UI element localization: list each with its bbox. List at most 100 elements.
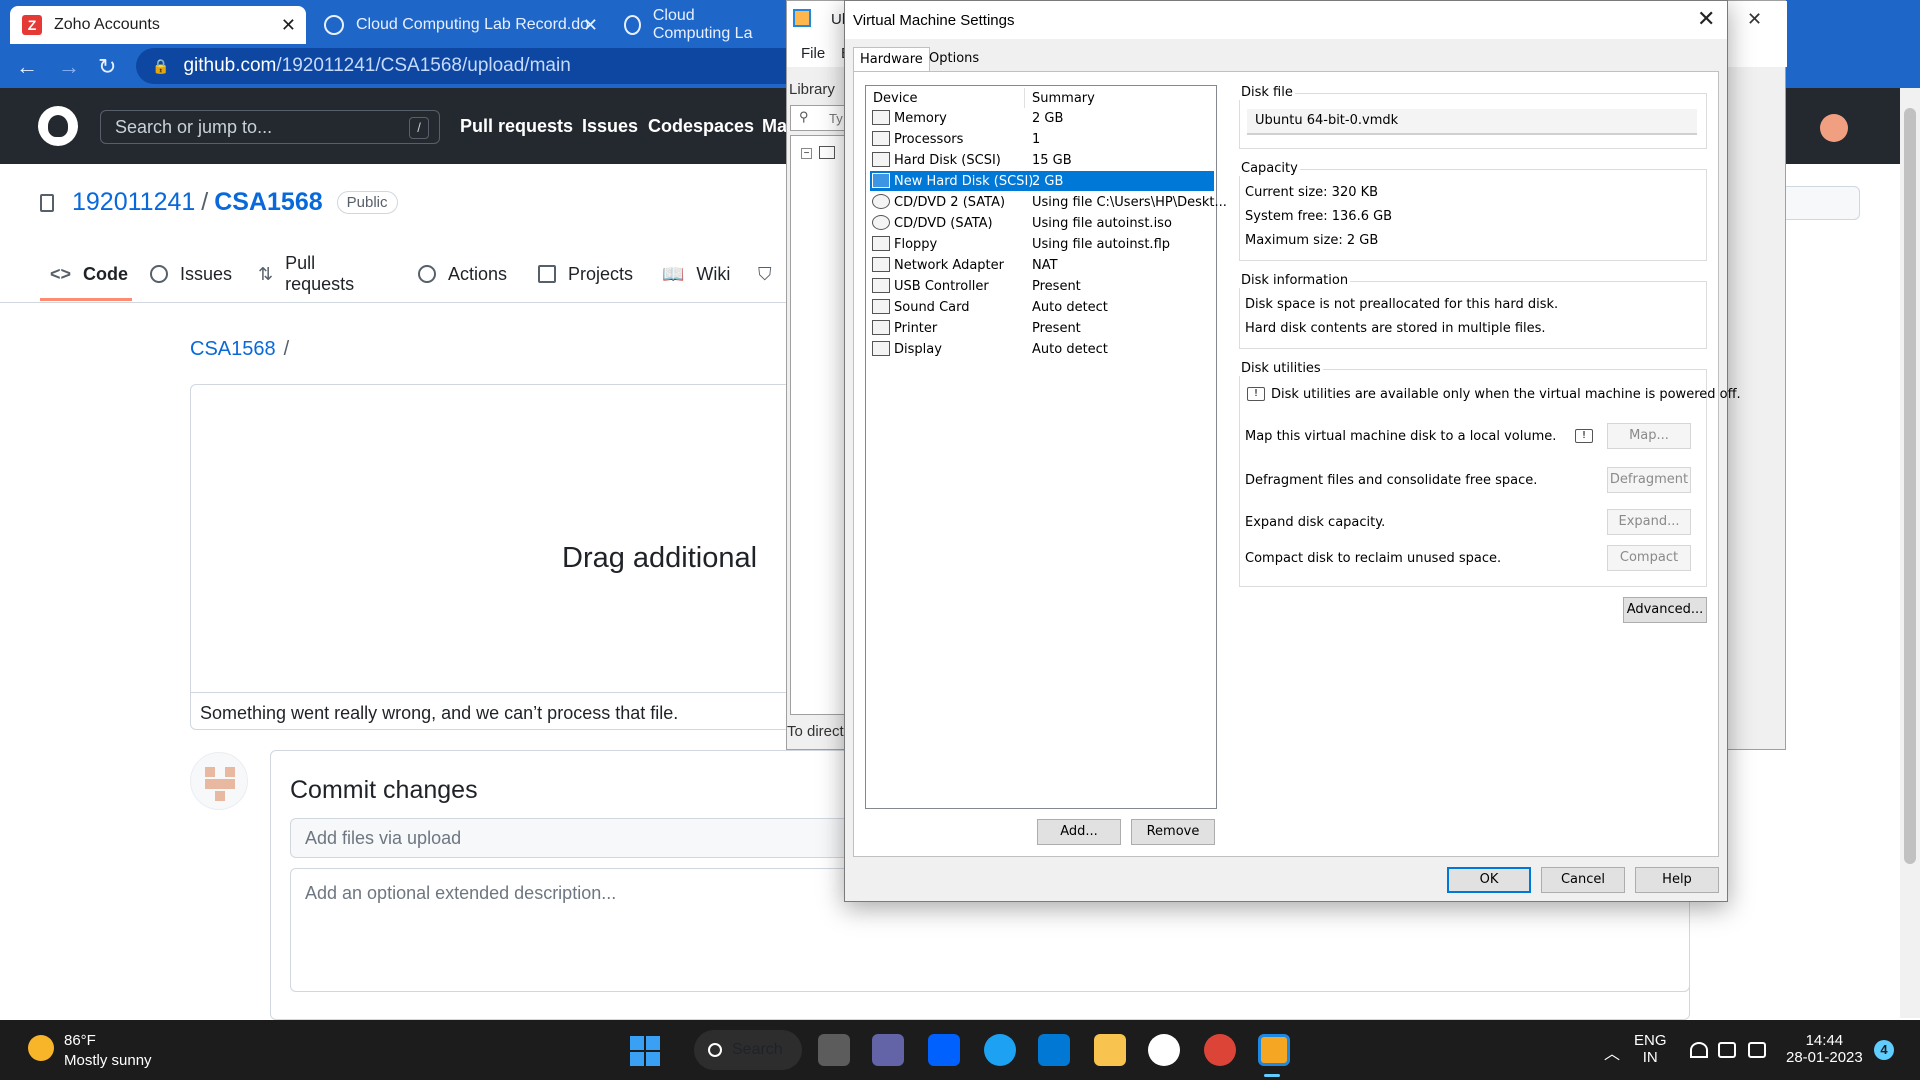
tab-pull-requests[interactable]: ⇅ Pull requests <box>258 253 354 294</box>
repo-name-link[interactable]: CSA1568 <box>214 188 322 217</box>
tab-cloud-computing-la[interactable]: Cloud Computing La <box>612 6 782 44</box>
device-name: Memory <box>894 111 947 126</box>
disk-file-field[interactable]: Ubuntu 64-bit-0.vmdk <box>1247 109 1697 135</box>
device-row-processors[interactable]: Processors 1 <box>870 129 1214 149</box>
advanced-button[interactable]: Advanced... <box>1623 597 1707 623</box>
github-desktop-icon[interactable] <box>1148 1034 1180 1066</box>
device-row-hard-disk[interactable]: Hard Disk (SCSI) 15 GB <box>870 150 1214 170</box>
close-tab-icon[interactable]: ✕ <box>281 15 296 36</box>
nav-issues[interactable]: Issues <box>582 116 638 137</box>
tab-label: Pull requests <box>285 253 355 294</box>
weather-description[interactable]: Mostly sunny <box>64 1052 152 1069</box>
chrome-icon[interactable] <box>1204 1034 1236 1066</box>
mail-icon[interactable] <box>1038 1034 1070 1066</box>
lock-icon: 🔒 <box>152 57 170 74</box>
device-list-header: Device Summary <box>866 86 1216 108</box>
clock-date: 28-01-2023 <box>1786 1049 1863 1066</box>
tab-actions[interactable]: Actions <box>418 258 507 290</box>
close-tab-icon[interactable]: ✕ <box>583 15 598 36</box>
device-column-header: Device <box>873 91 918 106</box>
device-row-display[interactable]: Display Auto detect <box>870 339 1214 359</box>
add-device-button[interactable]: Add... <box>1037 819 1121 845</box>
notification-count-badge[interactable]: 4 <box>1874 1040 1894 1060</box>
device-row-network-adapter[interactable]: Network Adapter NAT <box>870 255 1214 275</box>
device-list[interactable]: Device Summary Memory 2 GB Processors 1 … <box>865 85 1227 809</box>
info-icon: ! <box>1575 429 1593 443</box>
defragment-button[interactable]: Defragment <box>1607 467 1691 493</box>
tab-options[interactable]: Options <box>923 47 985 71</box>
search-input[interactable]: Search or jump to... / <box>100 110 440 144</box>
user-avatar[interactable] <box>1820 114 1848 142</box>
tab-projects[interactable]: Projects <box>538 258 633 290</box>
nav-pull-requests[interactable]: Pull requests <box>460 116 573 137</box>
code-icon: <> <box>50 263 72 284</box>
breadcrumb-repo-link[interactable]: CSA1568 <box>190 338 276 360</box>
remove-device-button[interactable]: Remove <box>1131 819 1215 845</box>
disk-info-label: Disk information <box>1239 273 1351 288</box>
edge-browser-icon[interactable] <box>984 1034 1016 1066</box>
issue-icon <box>150 265 168 283</box>
device-row-cd-dvd-2[interactable]: CD/DVD 2 (SATA) Using file C:\Users\HP\D… <box>870 192 1227 212</box>
tab-zoho-accounts[interactable]: Z Zoho Accounts ✕ <box>10 6 306 44</box>
tab-wiki[interactable]: 📖 Wiki <box>662 258 730 290</box>
chevron-up-icon[interactable]: ︿ <box>1604 1040 1620 1064</box>
forward-arrow-icon[interactable]: → <box>58 54 80 80</box>
tab-issues[interactable]: Issues <box>150 258 232 290</box>
tab-security[interactable]: ⛉ <box>758 258 772 290</box>
close-icon[interactable]: ✕ <box>1747 9 1762 30</box>
map-description: Map this virtual machine disk to a local… <box>1245 429 1557 444</box>
github-logo-icon[interactable] <box>38 106 78 146</box>
device-row-new-hard-disk[interactable]: New Hard Disk (SCSI) 2 GB <box>870 171 1214 191</box>
tab-hardware[interactable]: Hardware <box>853 47 930 73</box>
nav-marketplace[interactable]: Ma <box>762 116 787 137</box>
device-row-floppy[interactable]: Floppy Using file autoinst.flp <box>870 234 1214 254</box>
url-host: github.com <box>183 55 277 76</box>
disk-info-line-2: Hard disk contents are stored in multipl… <box>1245 321 1546 336</box>
tab-title: Cloud Computing Lab Record.do <box>356 16 590 33</box>
expand-button[interactable]: Expand... <box>1607 509 1691 535</box>
close-icon[interactable]: ✕ <box>1697 7 1715 32</box>
device-row-usb-controller[interactable]: USB Controller Present <box>870 276 1214 296</box>
dropbox-icon[interactable] <box>928 1034 960 1066</box>
task-view-icon[interactable] <box>818 1034 850 1066</box>
tab-cloud-computing-record[interactable]: Cloud Computing Lab Record.do ✕ <box>312 6 608 44</box>
cancel-button[interactable]: Cancel <box>1541 867 1625 893</box>
device-row-memory[interactable]: Memory 2 GB <box>870 108 1214 128</box>
device-row-cd-dvd[interactable]: CD/DVD (SATA) Using file autoinst.iso <box>870 213 1214 233</box>
clock[interactable]: 14:44 28-01-2023 <box>1786 1032 1863 1066</box>
battery-icon[interactable] <box>1748 1042 1766 1058</box>
tab-code[interactable]: <> Code <box>50 258 128 290</box>
weather-sun-icon[interactable] <box>28 1035 54 1061</box>
compact-button[interactable]: Compact <box>1607 545 1691 571</box>
search-icon <box>708 1043 722 1057</box>
back-arrow-icon[interactable]: ← <box>16 54 38 80</box>
tab-label: Code <box>83 263 129 284</box>
speaker-icon[interactable] <box>1718 1042 1736 1058</box>
file-explorer-icon[interactable] <box>1094 1034 1126 1066</box>
collapse-icon[interactable]: − <box>801 148 812 159</box>
tab-label: Wiki <box>696 263 731 284</box>
help-button[interactable]: Help <box>1635 867 1719 893</box>
reload-icon[interactable]: ↻ <box>98 54 116 80</box>
language-indicator[interactable]: ENG IN <box>1634 1032 1667 1066</box>
taskbar-search-button[interactable]: Search <box>694 1030 802 1070</box>
scrollbar-thumb[interactable] <box>1904 108 1916 864</box>
pull-request-icon: ⇅ <box>258 263 274 284</box>
page-scrollbar[interactable] <box>1900 88 1920 1018</box>
nav-codespaces[interactable]: Codespaces <box>648 116 754 137</box>
repo-owner-link[interactable]: 192011241 <box>72 188 195 217</box>
windows-taskbar <box>0 1020 1920 1080</box>
menu-file[interactable]: File <box>801 45 825 62</box>
windows-start-icon[interactable] <box>630 1036 660 1066</box>
search-placeholder: Search or jump to... <box>115 116 273 137</box>
vmware-workstation-icon[interactable] <box>1258 1034 1290 1066</box>
ok-button[interactable]: OK <box>1447 867 1531 893</box>
device-row-printer[interactable]: Printer Present <box>870 318 1214 338</box>
tab-label: Issues <box>180 263 233 284</box>
map-button[interactable]: Map... <box>1607 423 1691 449</box>
commit-heading: Commit changes <box>290 776 478 804</box>
wifi-icon[interactable] <box>1690 1042 1708 1058</box>
teams-chat-icon[interactable] <box>872 1034 904 1066</box>
device-row-sound-card[interactable]: Sound Card Auto detect <box>870 297 1214 317</box>
weather-temperature[interactable]: 86°F <box>64 1032 96 1049</box>
